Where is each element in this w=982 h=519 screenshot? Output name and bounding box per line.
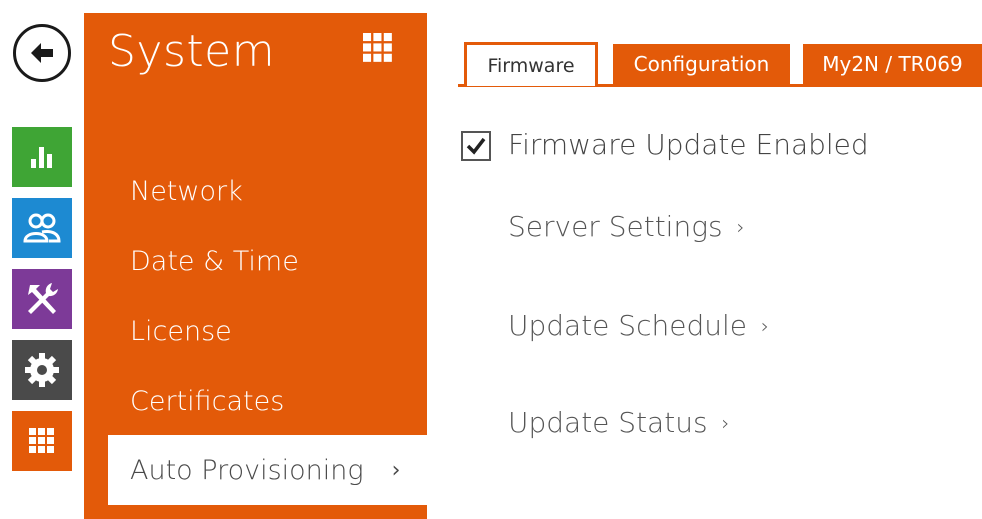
link-label: Server Settings <box>508 210 723 243</box>
menu-item-license[interactable]: License <box>130 316 232 347</box>
update-schedule-link[interactable]: Update Schedule › <box>508 309 769 342</box>
firmware-update-checkbox[interactable] <box>461 131 491 161</box>
gear-icon <box>25 353 59 387</box>
users-icon <box>23 213 61 243</box>
checkmark-icon <box>466 137 486 155</box>
tab-my2n-tr069[interactable]: My2N / TR069 <box>803 44 982 84</box>
grid-icon <box>29 428 54 453</box>
menu-item-network[interactable]: Network <box>130 176 243 207</box>
nav-status-tile[interactable] <box>12 127 72 187</box>
page-title: System <box>108 26 276 77</box>
update-status-link[interactable]: Update Status › <box>508 406 730 439</box>
tab-configuration[interactable]: Configuration <box>613 44 790 84</box>
chevron-right-icon: › <box>391 457 401 483</box>
arrow-left-icon <box>31 43 53 63</box>
nav-system-tile[interactable] <box>12 411 72 471</box>
nav-services-tile[interactable] <box>12 340 72 400</box>
menu-item-label: Auto Provisioning <box>130 454 364 486</box>
back-button[interactable] <box>13 24 71 82</box>
nav-directory-tile[interactable] <box>12 198 72 258</box>
menu-item-certificates[interactable]: Certificates <box>130 386 284 417</box>
bar-chart-icon <box>31 147 52 168</box>
link-label: Update Schedule <box>508 309 747 342</box>
menu-item-date-time[interactable]: Date & Time <box>130 246 299 277</box>
chevron-right-icon: › <box>760 313 769 338</box>
server-settings-link[interactable]: Server Settings › <box>508 210 745 243</box>
firmware-update-label: Firmware Update Enabled <box>508 128 869 161</box>
grid-icon[interactable] <box>363 33 393 67</box>
tab-firmware[interactable]: Firmware <box>464 42 598 86</box>
menu-item-auto-provisioning[interactable]: Auto Provisioning › <box>108 435 427 505</box>
chevron-right-icon: › <box>721 410 730 435</box>
link-label: Update Status <box>508 406 708 439</box>
tools-icon <box>28 283 58 314</box>
chevron-right-icon: › <box>736 214 745 239</box>
nav-hardware-tile[interactable] <box>12 269 72 329</box>
